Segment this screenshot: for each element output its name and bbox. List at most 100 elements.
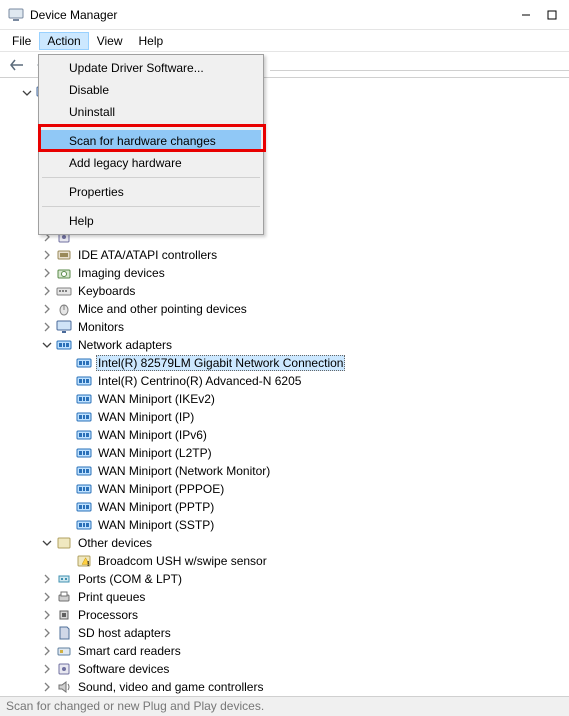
window-title: Device Manager (30, 8, 513, 22)
tree-node-label: Network adapters (76, 338, 174, 352)
chevron-right-icon[interactable] (40, 662, 54, 676)
tree-node[interactable]: WAN Miniport (IPv6) (6, 426, 569, 444)
keyboard-icon (56, 283, 72, 299)
monitor-icon (56, 319, 72, 335)
tree-node[interactable]: Network adapters (6, 336, 569, 354)
context-menu-item[interactable]: Help (41, 210, 261, 232)
tree-node-label: Intel(R) Centrino(R) Advanced-N 6205 (96, 374, 303, 388)
tree-node-label: Imaging devices (76, 266, 167, 280)
tree-node[interactable]: WAN Miniport (SSTP) (6, 516, 569, 534)
network-icon (76, 391, 92, 407)
audio-icon (56, 679, 72, 695)
tree-node-label: Smart card readers (76, 644, 183, 658)
tree-node[interactable]: WAN Miniport (IKEv2) (6, 390, 569, 408)
maximize-button[interactable] (539, 4, 565, 26)
chevron-right-icon[interactable] (40, 626, 54, 640)
back-button[interactable] (6, 54, 28, 76)
tree-node-label: Software devices (76, 662, 171, 676)
tree-node[interactable]: Software devices (6, 660, 569, 678)
chevron-down-icon[interactable] (20, 86, 34, 100)
context-menu-item[interactable]: Disable (41, 79, 261, 101)
chevron-right-icon[interactable] (40, 572, 54, 586)
svg-text:!: ! (87, 561, 89, 568)
menu-file[interactable]: File (4, 32, 39, 50)
context-menu-item-label: Properties (69, 185, 124, 199)
tree-node[interactable]: Imaging devices (6, 264, 569, 282)
context-menu-item[interactable]: Update Driver Software... (41, 57, 261, 79)
tree-node-label: Intel(R) 82579LM Gigabit Network Connect… (96, 355, 345, 371)
chevron-right-icon[interactable] (40, 266, 54, 280)
tree-node[interactable]: ! Broadcom USH w/swipe sensor (6, 552, 569, 570)
tree-node[interactable]: Smart card readers (6, 642, 569, 660)
tree-node[interactable]: Intel(R) Centrino(R) Advanced-N 6205 (6, 372, 569, 390)
tree-node[interactable]: Mice and other pointing devices (6, 300, 569, 318)
chevron-right-icon[interactable] (40, 644, 54, 658)
chevron-right-icon[interactable] (40, 302, 54, 316)
menu-action[interactable]: Action (39, 32, 88, 50)
tree-node-label: SD host adapters (76, 626, 173, 640)
tree-node[interactable]: WAN Miniport (IP) (6, 408, 569, 426)
menu-bar: File Action View Help (0, 30, 569, 52)
tree-node[interactable]: SD host adapters (6, 624, 569, 642)
ports-icon (56, 571, 72, 587)
network-icon (76, 445, 92, 461)
tree-node-label: Monitors (76, 320, 126, 334)
warning-icon: ! (76, 553, 92, 569)
tree-node[interactable]: WAN Miniport (PPTP) (6, 498, 569, 516)
menu-view[interactable]: View (89, 32, 131, 50)
tree-node-label: Print queues (76, 590, 147, 604)
context-menu-item-label: Help (69, 214, 94, 228)
tree-node[interactable]: Sound, video and game controllers (6, 678, 569, 696)
tree-node[interactable]: WAN Miniport (PPPOE) (6, 480, 569, 498)
tree-node-label: Sound, video and game controllers (76, 680, 265, 694)
tree-node[interactable]: WAN Miniport (Network Monitor) (6, 462, 569, 480)
tree-node[interactable]: Keyboards (6, 282, 569, 300)
menu-separator (42, 206, 260, 207)
context-menu-item-label: Update Driver Software... (69, 61, 204, 75)
tree-node[interactable]: Monitors (6, 318, 569, 336)
chevron-down-icon[interactable] (40, 536, 54, 550)
network-icon (76, 463, 92, 479)
tree-node[interactable]: IDE ATA/ATAPI controllers (6, 246, 569, 264)
tree-node[interactable]: Intel(R) 82579LM Gigabit Network Connect… (6, 354, 569, 372)
tree-node-label: Ports (COM & LPT) (76, 572, 184, 586)
menu-help[interactable]: Help (131, 32, 172, 50)
imaging-icon (56, 265, 72, 281)
tree-node[interactable]: Processors (6, 606, 569, 624)
action-context-menu: Update Driver Software... Disable Uninstal… (38, 54, 264, 235)
chevron-down-icon[interactable] (40, 338, 54, 352)
software-icon (56, 661, 72, 677)
toolbar-divider (270, 70, 569, 71)
chevron-right-icon[interactable] (40, 320, 54, 334)
chevron-right-icon[interactable] (40, 680, 54, 694)
context-menu-item-label: Uninstall (69, 105, 115, 119)
tree-node[interactable]: Other devices (6, 534, 569, 552)
mouse-icon (56, 301, 72, 317)
network-icon (76, 355, 92, 371)
context-menu-item-label: Add legacy hardware (69, 156, 182, 170)
network-icon (76, 481, 92, 497)
tree-node-label: Mice and other pointing devices (76, 302, 249, 316)
controller-icon (56, 247, 72, 263)
tree-node-label: WAN Miniport (SSTP) (96, 518, 216, 532)
context-menu-item[interactable]: Uninstall (41, 101, 261, 123)
chevron-right-icon[interactable] (40, 608, 54, 622)
network-icon (56, 337, 72, 353)
tree-node-label: Processors (76, 608, 140, 622)
chevron-right-icon[interactable] (40, 590, 54, 604)
context-menu-item[interactable]: Properties (41, 181, 261, 203)
chevron-right-icon[interactable] (40, 248, 54, 262)
tree-node-label: WAN Miniport (PPPOE) (96, 482, 226, 496)
tree-node-label: WAN Miniport (IKEv2) (96, 392, 217, 406)
context-menu-item[interactable]: Add legacy hardware (41, 152, 261, 174)
tree-node[interactable]: Print queues (6, 588, 569, 606)
tree-node[interactable]: WAN Miniport (L2TP) (6, 444, 569, 462)
context-menu-item[interactable]: Scan for hardware changes (41, 130, 261, 152)
printer-icon (56, 589, 72, 605)
chevron-right-icon[interactable] (40, 284, 54, 298)
other-icon (56, 535, 72, 551)
tree-node-label: WAN Miniport (Network Monitor) (96, 464, 272, 478)
tree-node-label: Broadcom USH w/swipe sensor (96, 554, 269, 568)
tree-node[interactable]: Ports (COM & LPT) (6, 570, 569, 588)
minimize-button[interactable] (513, 4, 539, 26)
